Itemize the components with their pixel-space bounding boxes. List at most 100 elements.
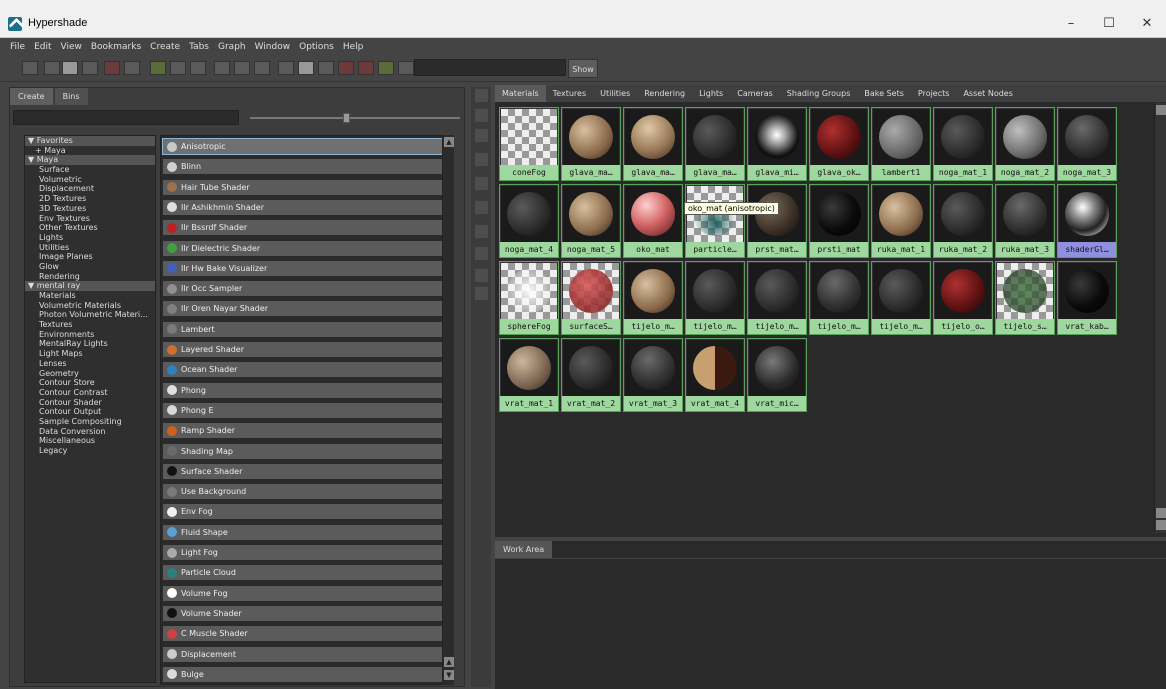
material-swatch[interactable]: ruka_mat_2 [933,184,993,258]
toolbar-tool-icon[interactable] [190,61,206,75]
expand-arrow-icon[interactable]: ▼ [28,281,37,290]
view-icon[interactable] [475,269,488,282]
close-button[interactable]: ✕ [1128,10,1166,38]
toolbar-tool-icon[interactable] [338,61,354,75]
view-icon[interactable] [475,247,488,260]
material-swatch[interactable]: coneFog [499,107,559,181]
node-item[interactable]: Ilr Dielectric Shader [162,239,442,257]
tab-shading-groups[interactable]: Shading Groups [780,85,858,102]
node-item[interactable]: Layered Shader [162,341,442,358]
node-filter-input[interactable] [13,110,239,125]
tree-item[interactable]: Data Conversion [25,427,155,437]
icon-size-slider[interactable] [250,117,460,119]
material-swatch[interactable]: particle… [685,184,745,258]
show-button[interactable]: Show [568,59,598,78]
node-item[interactable]: Ilr Oren Nayar Shader [162,300,442,318]
material-swatch[interactable]: noga_mat_4 [499,184,559,258]
tree-item[interactable]: Miscellaneous [25,436,155,446]
material-swatch[interactable]: noga_mat_1 [933,107,993,181]
toolbar-tool-icon[interactable] [378,61,394,75]
node-item[interactable]: Ilr Bssrdf Shader [162,219,442,237]
tree-item[interactable]: Light Maps [25,349,155,359]
node-item[interactable]: Ocean Shader [162,361,442,379]
tree-item[interactable]: ▼ Favorites [25,136,155,146]
tab-cameras[interactable]: Cameras [730,85,780,102]
node-item[interactable]: Hair Tube Shader [162,178,442,196]
material-swatch[interactable]: tijelo_m… [623,261,683,335]
tree-item[interactable]: Contour Contrast [25,388,155,398]
material-swatch[interactable]: vrat_mic… [747,338,807,412]
tab-bake-sets[interactable]: Bake Sets [857,85,911,102]
tab-projects[interactable]: Projects [911,85,957,102]
tree-item[interactable]: Geometry [25,369,155,379]
tree-item[interactable]: Textures [25,320,155,330]
toolbar-tool-icon[interactable] [44,61,60,75]
material-swatch[interactable]: sphereFog [499,261,559,335]
node-list-scrollbar[interactable]: ▲ ▲ ▼ [442,135,454,685]
node-item[interactable]: Phong [162,381,442,399]
node-item[interactable]: Surface Shader [162,462,442,480]
material-swatch[interactable]: noga_mat_2 [995,107,1055,181]
tree-item[interactable]: Sample Compositing [25,417,155,427]
node-item[interactable]: Displacement [162,645,442,663]
material-swatch[interactable]: glava_ma… [685,107,745,181]
node-item[interactable]: Particle Cloud [162,564,442,582]
material-swatch[interactable]: noga_mat_3 [1057,107,1117,181]
tab-lights[interactable]: Lights [692,85,730,102]
icon-size-slider-handle[interactable] [343,113,350,123]
tree-item[interactable]: Volumetric [25,175,155,185]
menu-options[interactable]: Options [299,42,334,52]
tree-item[interactable]: Other Textures [25,223,155,233]
scroll-down-icon[interactable]: ▼ [444,670,454,680]
menu-tabs[interactable]: Tabs [189,42,209,52]
toolbar-tool-icon[interactable] [62,61,78,75]
toolbar-tool-icon[interactable] [104,61,120,75]
menu-bookmarks[interactable]: Bookmarks [91,42,141,52]
tree-item[interactable]: MentalRay Lights [25,339,155,349]
node-item[interactable]: Fluid Shape [162,523,442,541]
material-swatch[interactable]: oko_mat [623,184,683,258]
maximize-button[interactable]: ☐ [1090,10,1128,38]
tree-item[interactable]: Surface [25,165,155,175]
menu-help[interactable]: Help [343,42,364,52]
material-swatch[interactable]: vrat_kab… [1057,261,1117,335]
tree-item[interactable]: Legacy [25,446,155,456]
materials-scrollbar[interactable] [1154,103,1166,533]
tree-item[interactable]: Contour Shader [25,398,155,408]
tree-item[interactable]: Volumetric Materials [25,301,155,311]
material-swatch[interactable]: vrat_mat_1 [499,338,559,412]
material-swatch[interactable]: noga_mat_5 [561,184,621,258]
material-swatch[interactable]: surfaceS… [561,261,621,335]
toolbar-tool-icon[interactable] [318,61,334,75]
scroll-down-icon[interactable]: ▲ [444,657,454,667]
tree-item[interactable]: Lights [25,233,155,243]
material-swatch[interactable]: vrat_mat_3 [623,338,683,412]
layout-icon[interactable] [475,89,488,102]
menu-edit[interactable]: Edit [34,42,51,52]
tree-item[interactable]: ▼ mental ray [25,281,155,291]
node-item[interactable]: Lambert [162,320,442,338]
node-item[interactable]: Ilr Ashikhmin Shader [162,198,442,216]
tree-item[interactable]: Rendering [25,272,155,282]
tree-item[interactable]: 3D Textures [25,204,155,214]
tab-textures[interactable]: Textures [546,85,593,102]
view-icon[interactable] [475,177,488,190]
material-swatch[interactable]: shaderGl… [1057,184,1117,258]
toolbar-tool-icon[interactable] [254,61,270,75]
node-item[interactable]: Bulge [162,665,442,683]
node-item[interactable]: Ilr Occ Sampler [162,280,442,298]
tab-rendering[interactable]: Rendering [637,85,692,102]
search-field[interactable] [414,59,566,76]
tree-item[interactable]: Displacement [25,184,155,194]
list-icon[interactable] [475,129,488,142]
toolbar-tool-icon[interactable] [124,61,140,75]
scroll-up-icon[interactable] [1156,105,1166,115]
scroll-down-icon[interactable] [1156,520,1166,530]
toolbar-tool-icon[interactable] [358,61,374,75]
tab-asset-nodes[interactable]: Asset Nodes [956,85,1019,102]
tree-item[interactable]: + Maya [25,146,155,156]
tree-item[interactable]: Lenses [25,359,155,369]
node-item[interactable]: Blinn [162,158,442,176]
tab-utilities[interactable]: Utilities [593,85,637,102]
menu-window[interactable]: Window [255,42,291,52]
